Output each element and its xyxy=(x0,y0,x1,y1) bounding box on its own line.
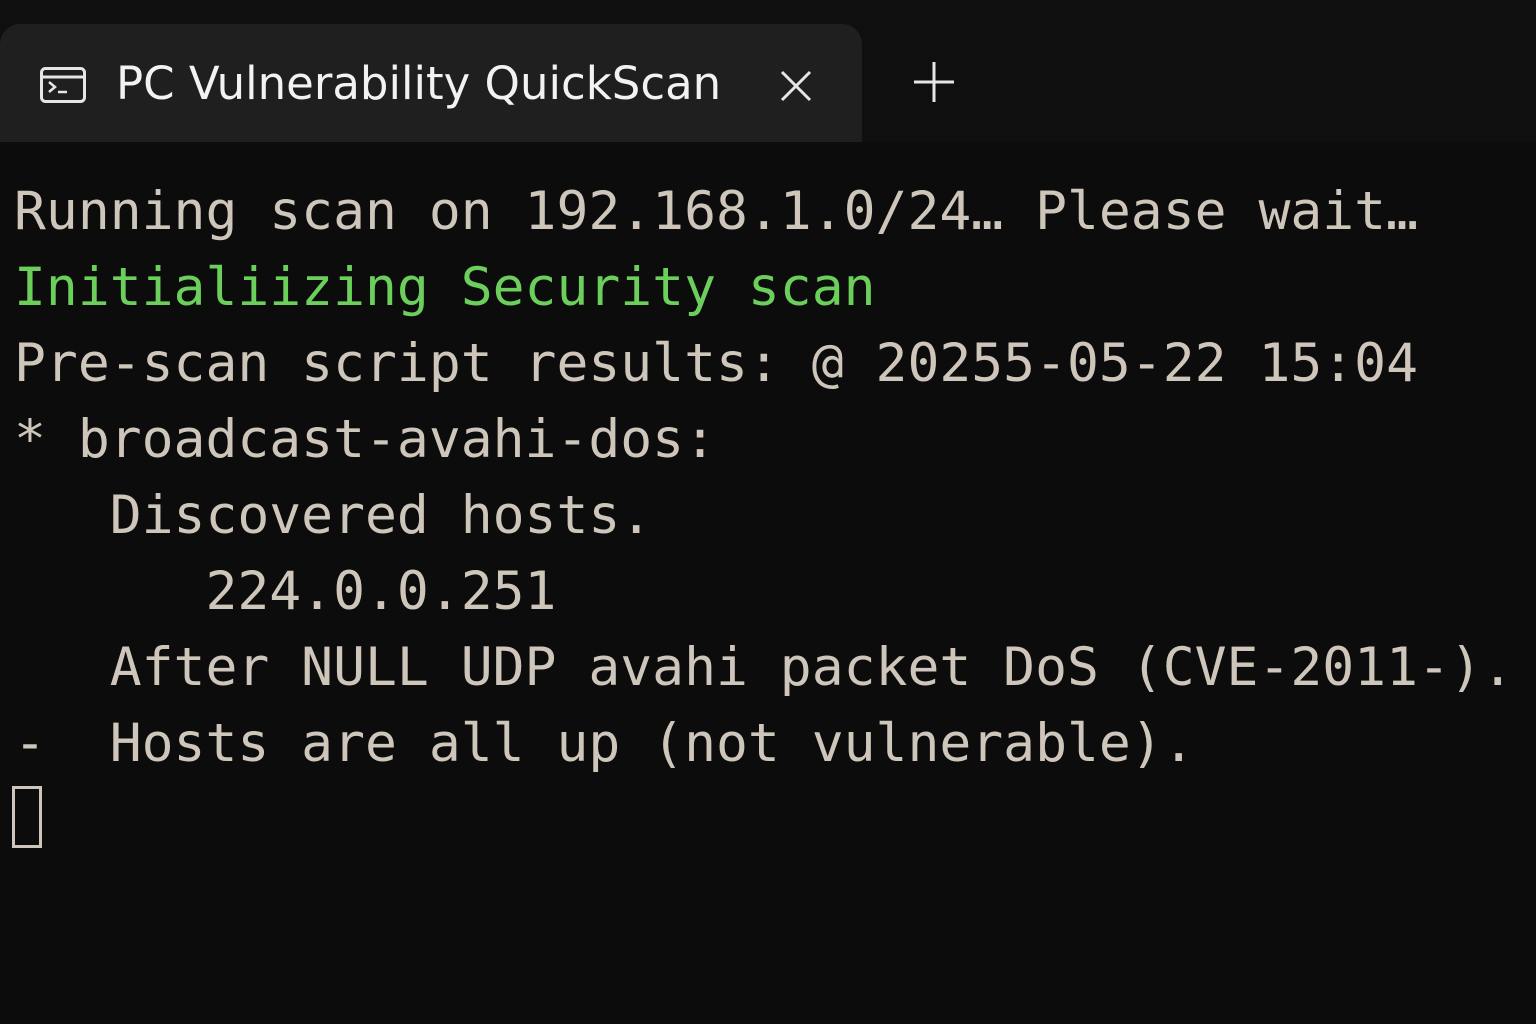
tab-title: PC Vulnerability QuickScan xyxy=(116,57,722,110)
output-line-result: - Hosts are all up (not vulnerable). xyxy=(14,713,1195,774)
close-icon[interactable] xyxy=(778,68,814,104)
plus-icon[interactable] xyxy=(912,60,956,104)
terminal-output[interactable]: Running scan on 192.168.1.0/24… Please w… xyxy=(0,142,1536,1024)
terminal-icon xyxy=(40,67,86,103)
output-line-scan-start: Running scan on 192.168.1.0/24… Please w… xyxy=(14,181,1418,242)
output-line-pre-scan: Pre-scan script results: @ 20255-05-22 1… xyxy=(14,333,1418,394)
tab-pc-vulnerability-quickscan[interactable]: PC Vulnerability QuickScan xyxy=(0,24,862,142)
terminal-window: PC Vulnerability QuickScan Running scan … xyxy=(0,0,1536,1024)
output-line-host: 224.0.0.251 xyxy=(14,561,557,622)
output-line-script-name: * broadcast-avahi-dos: xyxy=(14,409,716,470)
output-line-dos: After NULL UDP avahi packet DoS (CVE-201… xyxy=(14,637,1514,698)
tab-bar: PC Vulnerability QuickScan xyxy=(0,0,1536,142)
output-line-discovered: Discovered hosts. xyxy=(14,485,653,546)
output-line-init: Initialiizing Security scan xyxy=(14,257,876,318)
terminal-cursor xyxy=(12,786,42,848)
